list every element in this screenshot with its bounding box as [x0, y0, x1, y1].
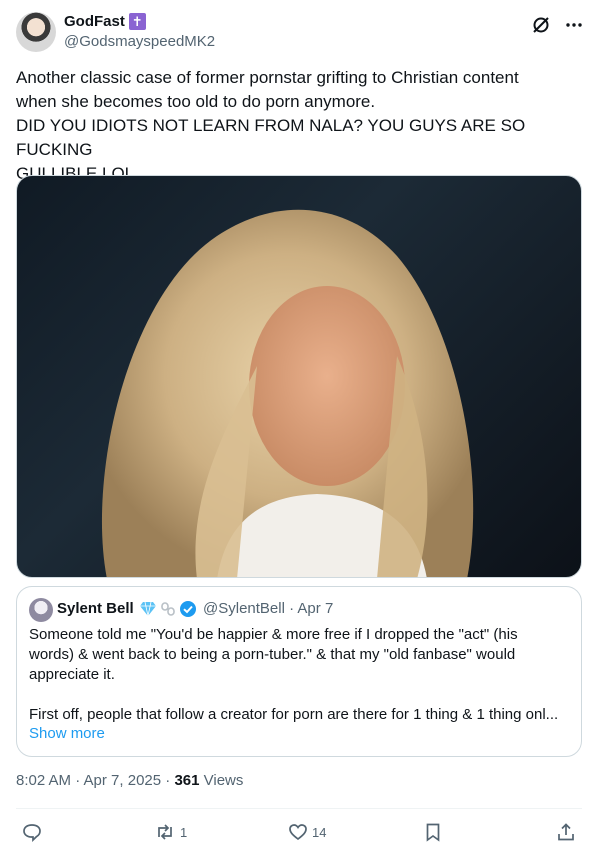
quoted-tweet-text: Someone told me "You'd be happier & more… — [29, 626, 518, 683]
author-handle[interactable]: @GodsmayspeedMK2 — [64, 33, 215, 50]
author-name-text: GodFast — [64, 13, 125, 30]
like-count: 14 — [312, 824, 327, 840]
share-button[interactable] — [556, 822, 576, 842]
bookmark-icon — [423, 822, 443, 842]
quoted-tweet[interactable]: Sylent Bell @SylentBell · Apr 7 Someone … — [16, 586, 582, 757]
verified-badge-icon — [179, 600, 197, 618]
repost-count: 1 — [180, 824, 188, 840]
reply-button[interactable] — [22, 822, 42, 842]
more-options-icon[interactable] — [563, 14, 585, 36]
chain-icon — [159, 601, 177, 617]
heart-icon — [288, 822, 308, 842]
diamond-icon — [139, 601, 157, 617]
quoted-author-avatar[interactable] — [29, 598, 53, 622]
quoted-author-name[interactable]: Sylent Bell — [57, 600, 134, 617]
quoted-tweet-truncated-line: First off, people that follow a creator … — [29, 706, 559, 723]
views-count: 361 — [174, 772, 200, 789]
quoted-author-handle[interactable]: @SylentBell · Apr 7 — [203, 600, 333, 617]
share-icon — [556, 822, 576, 842]
show-more-link[interactable]: Show more — [29, 725, 105, 742]
reply-icon — [22, 822, 42, 842]
tweet-timestamp[interactable]: 8:02 AM · Apr 7, 2025 · — [16, 772, 174, 789]
views-label: Views — [199, 772, 244, 789]
quoted-author-badges — [139, 600, 197, 618]
repost-icon — [154, 822, 176, 842]
author-name[interactable]: GodFast ✝ — [64, 13, 146, 30]
tweet-image[interactable] — [16, 175, 582, 578]
tweet-metadata: 8:02 AM · Apr 7, 2025 · 361 Views — [16, 772, 243, 789]
bookmark-button[interactable] — [423, 822, 443, 842]
tweet-text: Another classic case of former pornstar … — [16, 68, 526, 183]
divider — [16, 808, 582, 809]
grok-icon[interactable] — [530, 14, 552, 36]
author-avatar[interactable] — [16, 12, 56, 52]
like-button[interactable]: 14 — [288, 822, 326, 842]
cross-badge-icon: ✝ — [128, 13, 146, 30]
repost-button[interactable]: 1 — [154, 822, 187, 842]
